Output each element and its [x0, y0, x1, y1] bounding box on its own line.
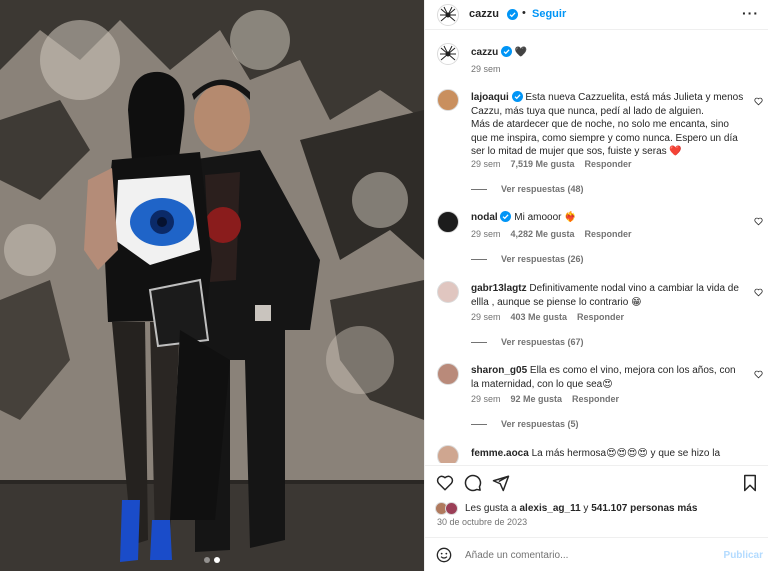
comment-meta: 29 sem 7,519 Me gusta Responder — [471, 159, 632, 169]
view-replies-button[interactable]: Ver respuestas (26) — [471, 254, 584, 264]
comment-likes[interactable]: 4,282 Me gusta — [511, 229, 575, 239]
carousel-indicator — [0, 557, 424, 563]
likes-count[interactable]: 541.107 personas más — [591, 503, 697, 514]
comment-likes[interactable]: 92 Me gusta — [511, 394, 563, 404]
post-date: 30 de octubre de 2023 — [437, 517, 528, 527]
post-header: cazzu • Seguir ··· — [425, 0, 768, 30]
commenter-avatar[interactable] — [437, 445, 459, 463]
reply-button[interactable]: Responder — [585, 229, 632, 239]
follow-button[interactable]: Seguir — [532, 8, 566, 20]
like-comment-heart-icon[interactable] — [754, 217, 763, 226]
author-username[interactable]: cazzu — [469, 8, 499, 20]
bookmark-icon[interactable] — [742, 474, 758, 492]
liker-avatar[interactable] — [445, 502, 458, 515]
comment-likes[interactable]: 7,519 Me gusta — [511, 159, 575, 169]
share-icon[interactable] — [492, 474, 510, 492]
view-replies-button[interactable]: Ver respuestas (48) — [471, 184, 584, 194]
reply-button[interactable]: Responder — [577, 312, 624, 322]
commenter-username[interactable]: lajoaqui — [471, 92, 509, 103]
verified-badge-icon — [507, 9, 518, 20]
add-comment-bar: Añade un comentario... Publicar — [425, 537, 768, 571]
caption-text: 🖤 — [514, 47, 528, 58]
commenter-avatar[interactable] — [437, 281, 459, 303]
more-options-icon[interactable]: ··· — [742, 5, 759, 21]
reply-button[interactable]: Responder — [572, 394, 619, 404]
verified-badge-icon — [501, 46, 513, 57]
caption: cazzu 🖤 — [471, 46, 753, 60]
commenter-avatar[interactable] — [437, 363, 459, 385]
photo-artwork — [0, 0, 424, 571]
commenter-username[interactable]: gabr13lagtz — [471, 283, 527, 294]
reply-button[interactable]: Responder — [585, 159, 632, 169]
like-comment-heart-icon[interactable] — [754, 97, 763, 106]
post-photo[interactable] — [0, 0, 424, 571]
post-side-panel: cazzu • Seguir ··· cazzu 🖤 29 sem lajoaq… — [424, 0, 768, 571]
comment-meta: 29 sem 92 Me gusta Responder — [471, 394, 620, 404]
commenter-username[interactable]: nodal — [471, 212, 498, 223]
author-avatar[interactable] — [437, 4, 459, 26]
commenter-avatar[interactable] — [437, 211, 459, 233]
carousel-dot-active — [214, 557, 220, 563]
heart-icon[interactable] — [436, 474, 454, 492]
commenter-avatar[interactable] — [437, 89, 459, 111]
verified-badge-icon — [511, 91, 523, 102]
view-replies-button[interactable]: Ver respuestas (5) — [471, 419, 579, 429]
comment-meta: 29 sem 403 Me gusta Responder — [471, 312, 625, 322]
comment-text: lajoaqui Esta nueva Cazzuelita, está más… — [471, 91, 744, 157]
caption-username[interactable]: cazzu — [471, 47, 498, 58]
carousel-dot — [204, 557, 210, 563]
comment-text: nodal Mi amooor ❤️‍🔥 — [471, 211, 577, 223]
commenter-username[interactable]: sharon_g05 — [471, 365, 527, 376]
comment-likes[interactable]: 403 Me gusta — [511, 312, 568, 322]
instagram-post-view: cazzu • Seguir ··· cazzu 🖤 29 sem lajoaq… — [0, 0, 768, 571]
comment-icon[interactable] — [464, 474, 482, 492]
liked-by-summary[interactable]: Les gusta a alexis_ag_11 y 541.107 perso… — [465, 503, 697, 514]
publish-button[interactable]: Publicar — [724, 550, 763, 561]
comment-input[interactable]: Añade un comentario... — [465, 550, 568, 561]
spider-logo-icon — [440, 45, 456, 61]
view-replies-button[interactable]: Ver respuestas (67) — [471, 337, 584, 347]
comment-text: sharon_g05 Ella es como el vino, mejora … — [471, 365, 736, 390]
comment-text: gabr13lagtz Definitivamente nodal vino a… — [471, 283, 739, 308]
like-comment-heart-icon[interactable] — [754, 288, 763, 297]
caption-author-avatar[interactable] — [437, 43, 459, 65]
smiley-icon[interactable] — [436, 547, 452, 563]
verified-badge-icon — [500, 211, 512, 222]
like-comment-heart-icon[interactable] — [754, 370, 763, 379]
commenter-username[interactable]: femme.aoca — [471, 448, 529, 459]
spider-logo-icon — [440, 6, 456, 22]
comments-list[interactable]: cazzu 🖤 29 sem lajoaqui Esta nueva Cazzu… — [425, 31, 768, 463]
caption-time: 29 sem — [471, 64, 501, 74]
comment-meta: 29 sem 4,282 Me gusta Responder — [471, 229, 632, 239]
liked-by-user[interactable]: alexis_ag_11 — [519, 503, 580, 514]
comment-text: femme.aoca La más hermosa😍😍😍😍 y que se h… — [471, 448, 721, 459]
